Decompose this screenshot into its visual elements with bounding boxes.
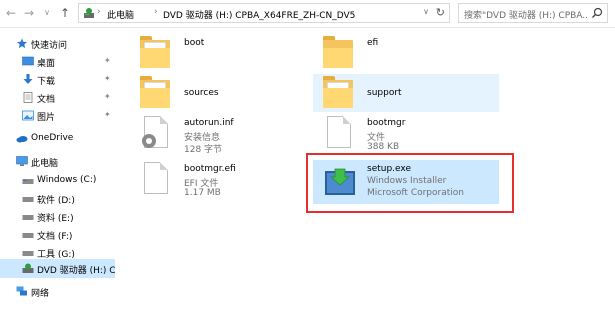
breadcrumb-dvd-drive[interactable]: DVD 驱动器 (H:) CPBA_X64FRE_ZH-CN_DV5 (163, 8, 355, 21)
file-size: 388 KB (367, 142, 400, 152)
dvd-drive-icon (84, 8, 94, 18)
sidebar-item-drive-f[interactable]: 文档 (F:) (0, 225, 115, 244)
file-name: support (367, 88, 402, 98)
sidebar-item-label: 资料 (E:) (37, 214, 74, 224)
sidebar-item-quick-access[interactable]: 快速访问 (0, 34, 115, 53)
file-name: bootmgr (367, 118, 406, 128)
sidebar-item-drive-e[interactable]: 资料 (E:) (0, 207, 115, 226)
file-item-boot[interactable]: boot (130, 34, 310, 72)
documents-icon (23, 92, 33, 103)
file-size: 1.17 MB (184, 188, 221, 198)
sidebar-item-onedrive[interactable]: OneDrive (0, 129, 115, 148)
refresh-button[interactable]: ↻ (436, 6, 445, 19)
file-icon (140, 162, 174, 196)
sidebar-item-label: 此电脑 (31, 159, 59, 169)
file-name: bootmgr.efi (184, 164, 236, 174)
highlight-frame (306, 153, 514, 213)
settings-file-icon (140, 116, 174, 150)
cloud-icon (16, 136, 28, 143)
file-item-efi[interactable]: efi (313, 34, 499, 72)
sidebar-item-label: 图片 (37, 113, 56, 123)
drive-icon (22, 179, 34, 184)
file-icon (323, 116, 357, 150)
folder-icon (140, 76, 174, 110)
dvd-drive-icon (22, 263, 34, 273)
folder-icon (140, 36, 174, 70)
navigation-pane: 快速访问 桌面 ✦ 下载 ✦ 文档 ✦ 图片 ✦ OneDrive 此电脑 Wi… (0, 28, 116, 332)
sidebar-item-label: 文档 (F:) (37, 232, 73, 242)
sidebar-item-label: 桌面 (37, 59, 56, 69)
up-button[interactable]: ↑ (58, 6, 72, 20)
forward-button[interactable]: → (22, 6, 36, 20)
pin-icon[interactable]: ✦ (104, 92, 111, 101)
navigation-bar: ← → ∨ ↑ › 此电脑 › DVD 驱动器 (H:) CPBA_X64FRE… (0, 0, 615, 28)
sidebar-item-this-pc[interactable]: 此电脑 (0, 152, 115, 171)
sidebar-item-label: DVD 驱动器 (H:) C (37, 266, 116, 276)
back-button[interactable]: ← (4, 6, 18, 20)
desktop-icon (22, 56, 34, 66)
folder-icon (323, 76, 357, 110)
sidebar-item-downloads[interactable]: 下载 ✦ (0, 70, 115, 89)
sidebar-item-dvd-drive-h[interactable]: DVD 驱动器 (H:) C (0, 259, 116, 278)
pin-icon[interactable]: ✦ (104, 56, 111, 65)
breadcrumb-separator: › (154, 7, 158, 17)
pictures-icon (22, 110, 34, 121)
sidebar-item-documents[interactable]: 文档 ✦ (0, 88, 115, 107)
breadcrumb-this-pc[interactable]: 此电脑 (107, 8, 134, 21)
file-name: autorun.inf (184, 118, 234, 128)
file-item-bootmgr[interactable]: bootmgr 文件 388 KB (313, 114, 499, 158)
sidebar-item-desktop[interactable]: 桌面 ✦ (0, 52, 115, 71)
sidebar-item-label: Windows (C:) (37, 175, 97, 185)
sidebar-item-pictures[interactable]: 图片 ✦ (0, 106, 115, 125)
file-item-sources[interactable]: sources (130, 74, 310, 112)
sidebar-item-label: 软件 (D:) (37, 196, 75, 206)
file-name: sources (184, 88, 219, 98)
folder-icon (323, 36, 357, 70)
file-name: boot (184, 38, 205, 48)
file-item-support[interactable]: support (313, 74, 499, 112)
drive-icon (22, 233, 34, 238)
sidebar-item-drive-c[interactable]: Windows (C:) (0, 171, 115, 190)
sidebar-item-label: OneDrive (31, 133, 74, 143)
download-icon (23, 74, 33, 84)
drive-icon (22, 215, 34, 220)
search-placeholder: 搜索"DVD 驱动器 (H:) CPBA... (464, 11, 588, 21)
sidebar-item-label: 文档 (37, 95, 56, 105)
sidebar-item-network[interactable]: 网络 (0, 282, 115, 301)
pin-icon[interactable]: ✦ (104, 74, 111, 83)
drive-icon (22, 251, 34, 256)
file-size: 128 字节 (184, 145, 223, 155)
sidebar-item-drive-d[interactable]: 软件 (D:) (0, 189, 115, 208)
breadcrumb-separator: › (97, 7, 101, 17)
address-bar[interactable]: › 此电脑 › DVD 驱动器 (H:) CPBA_X64FRE_ZH-CN_D… (78, 3, 450, 23)
sidebar-item-label: 网络 (31, 289, 50, 299)
file-name: efi (367, 38, 379, 48)
recent-locations-button[interactable]: ∨ (40, 6, 54, 20)
gear-icon (142, 134, 156, 148)
search-input[interactable]: 搜索"DVD 驱动器 (H:) CPBA... (458, 3, 608, 23)
pin-icon[interactable]: ✦ (104, 110, 111, 119)
sidebar-item-label: 下载 (37, 77, 56, 87)
star-icon (16, 38, 28, 49)
file-item-autorun-inf[interactable]: autorun.inf 安装信息 128 字节 (130, 114, 310, 158)
search-icon (592, 7, 603, 18)
sidebar-item-label: 快速访问 (31, 41, 68, 51)
drive-icon (22, 197, 34, 202)
address-dropdown-button[interactable]: ∨ (423, 7, 429, 16)
network-icon (16, 286, 27, 296)
file-item-bootmgr-efi[interactable]: bootmgr.efi EFI 文件 1.17 MB (130, 160, 310, 204)
computer-icon (16, 156, 28, 166)
